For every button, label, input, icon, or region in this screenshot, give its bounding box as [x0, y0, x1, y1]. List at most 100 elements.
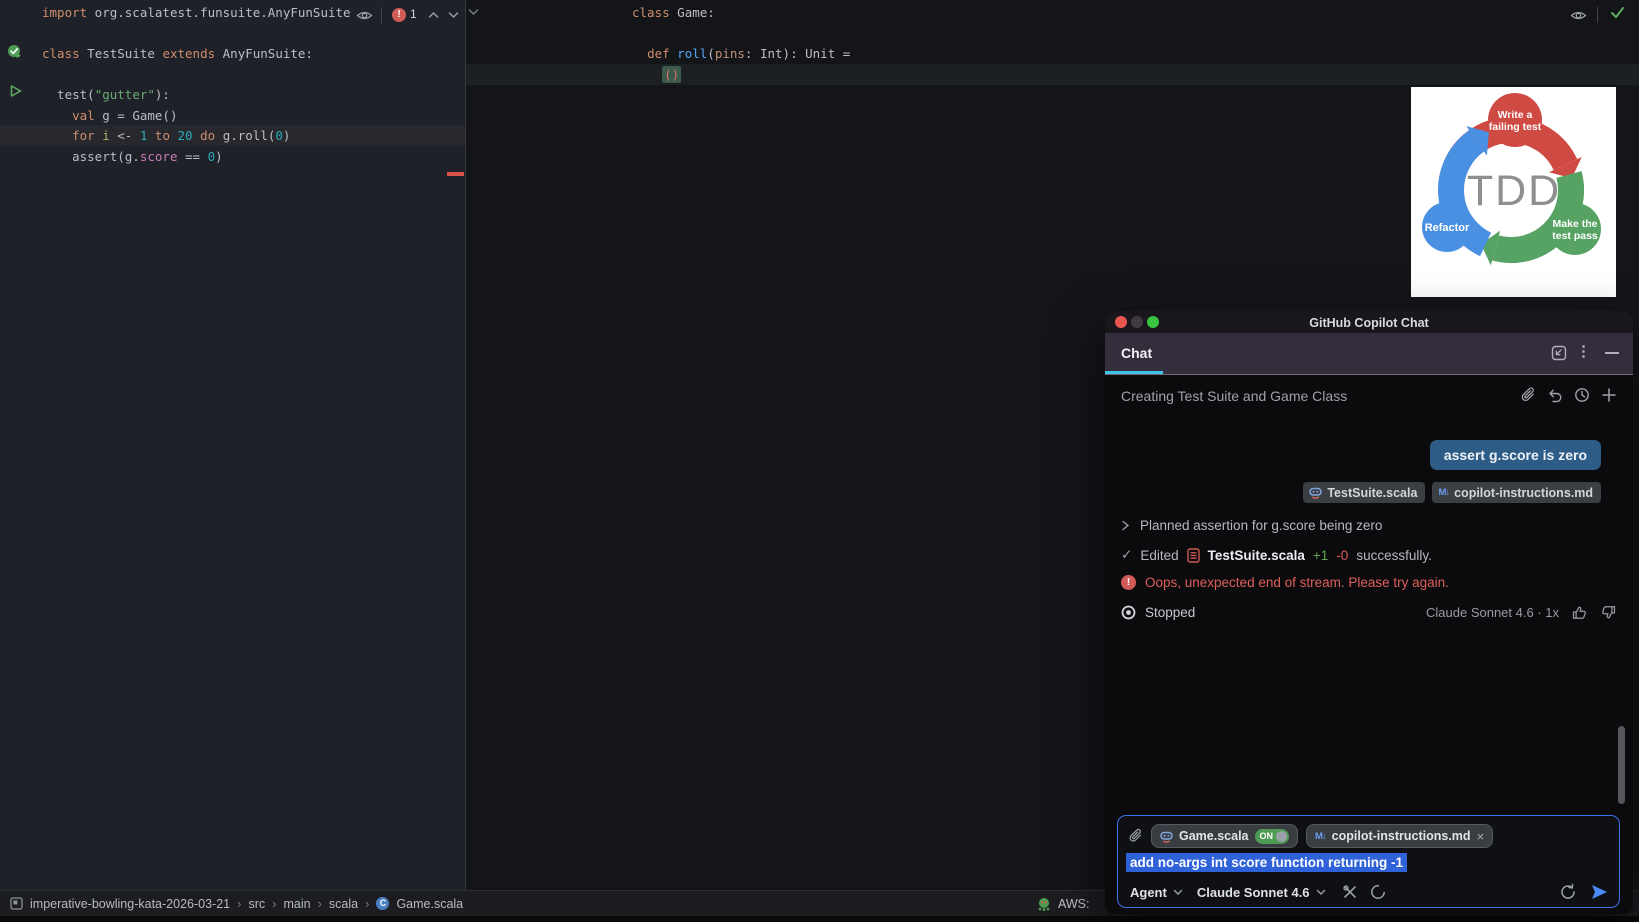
dock-window-icon[interactable] [1551, 345, 1567, 361]
error-icon: ! [1121, 575, 1136, 590]
breadcrumb: imperative-bowling-kata-2026-03-21 › src… [10, 891, 463, 916]
aws-status-label[interactable]: AWS: [1058, 897, 1089, 911]
edited-verb: Edited [1140, 547, 1179, 563]
no-problems-check-icon[interactable] [1610, 6, 1625, 19]
context-chip-label: copilot-instructions.md [1331, 829, 1471, 843]
code-token: "gutter" [94, 87, 155, 102]
code-line[interactable]: for i <- 1 to 20 do g.roll(0) [0, 125, 465, 146]
error-stripe-mark[interactable] [447, 172, 464, 176]
expand-chevron-icon[interactable] [1121, 520, 1130, 531]
window-titlebar[interactable]: GitHub Copilot Chat [1105, 311, 1633, 333]
prev-error-chevron-icon[interactable] [428, 11, 439, 19]
chat-input-box[interactable]: Game.scala ON M↓ copilot-instructions.md… [1117, 815, 1620, 908]
code-line[interactable]: test("gutter"): [0, 84, 465, 105]
highlighting-eye-icon[interactable] [1570, 8, 1587, 23]
more-options-kebab-icon[interactable]: ⋮ [1576, 342, 1591, 360]
code-line[interactable] [0, 23, 465, 44]
context-on-toggle[interactable]: ON [1254, 828, 1289, 844]
thread-title: Creating Test Suite and Game Class [1121, 388, 1348, 404]
attachment-chip-testsuite[interactable]: TestSuite.scala [1303, 482, 1426, 503]
history-icon[interactable] [1574, 387, 1590, 403]
code-token: ): [154, 87, 170, 102]
code-line[interactable] [466, 23, 1639, 44]
code-line[interactable]: assert(g.score == 0) [0, 146, 465, 167]
breadcrumb-item-file[interactable]: Game.scala [396, 897, 463, 911]
code-line[interactable]: val g = Game() [0, 105, 465, 126]
copilot-icon [1160, 831, 1173, 843]
code-token: g = Game() [94, 107, 178, 123]
chat-tabbar: Chat ⋮ [1105, 333, 1633, 375]
stopped-record-icon [1121, 605, 1136, 620]
tools-icon[interactable] [1342, 884, 1358, 900]
model-selector[interactable]: Claude Sonnet 4.6 [1197, 885, 1310, 900]
fold-chevron-icon[interactable] [468, 8, 479, 16]
error-message: Oops, unexpected end of stream. Please t… [1145, 575, 1449, 590]
next-error-chevron-icon[interactable] [448, 11, 459, 19]
code-token: ) [215, 148, 223, 164]
attach-file-icon[interactable] [1128, 828, 1143, 844]
remove-chip-icon[interactable]: × [1477, 829, 1485, 844]
attachment-chip-instructions[interactable]: M↓ copilot-instructions.md [1432, 482, 1601, 503]
code-token: do [200, 128, 216, 143]
code-token: test( [42, 87, 95, 102]
code-line[interactable]: class Game: [466, 2, 1639, 23]
code-token: class [632, 5, 670, 20]
model-info: Claude Sonnet 4.6 · 1x [1426, 605, 1559, 620]
tab-active-underline [1105, 371, 1163, 374]
breadcrumb-item-main[interactable]: main [283, 897, 310, 911]
breadcrumb-separator: › [317, 896, 322, 911]
tab-chat[interactable]: Chat [1121, 333, 1152, 374]
tdd-green-label-2: test pass [1552, 230, 1598, 242]
planned-step-text[interactable]: Planned assertion for g.score being zero [1140, 518, 1382, 533]
tdd-green-label-1: Make the [1553, 218, 1598, 230]
copilot-chat-window: GitHub Copilot Chat Chat ⋮ Creating Test… [1105, 311, 1633, 914]
breadcrumb-item-src[interactable]: src [248, 897, 265, 911]
code-line[interactable] [0, 64, 465, 85]
context-chip-game-scala[interactable]: Game.scala ON [1151, 824, 1298, 848]
code-token: TestSuite [79, 46, 163, 61]
error-badge-icon[interactable]: ! [392, 8, 406, 22]
context-chip-instructions[interactable]: M↓ copilot-instructions.md × [1306, 824, 1494, 848]
code-token: def [647, 46, 670, 61]
mode-selector[interactable]: Agent [1130, 885, 1167, 900]
quota-circle-icon[interactable] [1370, 884, 1386, 900]
project-icon [10, 897, 23, 910]
hide-panel-icon[interactable] [1605, 352, 1619, 354]
test-passed-gutter-icon[interactable] [7, 44, 22, 59]
resend-icon[interactable] [1559, 883, 1577, 901]
code-token: == [177, 148, 208, 164]
widget-divider [381, 7, 382, 23]
code-token: extends [162, 46, 216, 61]
code-token: Game: [669, 5, 715, 20]
code-line[interactable]: () [466, 63, 1639, 85]
left-editor[interactable]: import org.scalatest.funsuite.AnyFunSuit… [0, 0, 465, 890]
new-chat-plus-icon[interactable] [1601, 387, 1617, 403]
mode-chevron-icon[interactable] [1173, 889, 1183, 896]
code-token: 20 [177, 128, 193, 143]
code-token: class [42, 46, 80, 61]
attach-context-icon[interactable] [1520, 387, 1536, 403]
copilot-icon [1309, 487, 1323, 499]
model-chevron-icon[interactable] [1316, 889, 1326, 896]
thumbs-up-icon[interactable] [1571, 604, 1588, 621]
breadcrumb-item-project[interactable]: imperative-bowling-kata-2026-03-21 [30, 897, 230, 911]
code-line[interactable]: def roll(pins: Int): Unit = [466, 43, 1639, 64]
diff-added: +1 [1312, 547, 1329, 563]
code-line[interactable]: class TestSuite extends AnyFunSuite: [0, 43, 465, 64]
breadcrumb-item-scala[interactable]: scala [329, 897, 358, 911]
undo-icon[interactable] [1547, 387, 1563, 403]
thumbs-down-icon[interactable] [1600, 604, 1617, 621]
send-icon[interactable] [1590, 883, 1609, 901]
plugin-octopus-icon[interactable] [1036, 896, 1052, 912]
highlighting-eye-icon[interactable] [356, 8, 373, 23]
chat-scrollbar[interactable] [1618, 726, 1625, 804]
prompt-input[interactable]: add no-args int score function returning… [1126, 853, 1408, 872]
selected-prompt-text[interactable]: add no-args int score function returning… [1126, 853, 1408, 872]
run-test-gutter-icon[interactable] [10, 85, 22, 97]
edited-file-link[interactable]: TestSuite.scala [1208, 548, 1305, 563]
tdd-blue-label: Refactor [1425, 222, 1470, 234]
